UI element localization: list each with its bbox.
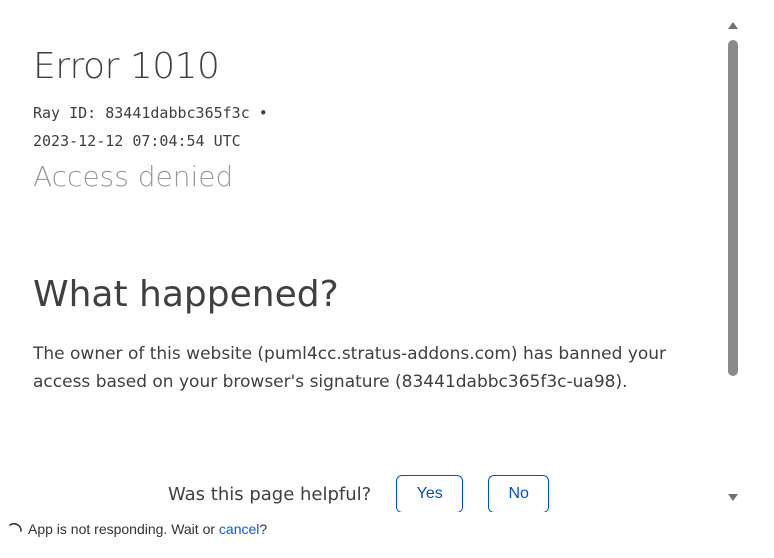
status-suffix: ? <box>259 521 268 537</box>
cancel-link[interactable]: cancel <box>219 521 259 537</box>
loading-spinner-icon <box>9 522 22 532</box>
error-timestamp: 2023-12-12 07:04:54 UTC <box>33 132 241 150</box>
feedback-no-button[interactable]: No <box>488 475 550 512</box>
feedback-row: Was this page helpful? Yes No <box>168 474 574 512</box>
status-message: App is not responding. Wait or cancel? <box>28 521 267 537</box>
scrollbar-thumb[interactable] <box>728 40 738 376</box>
ray-id: Ray ID: 83441dabbc365f3c • <box>33 104 268 122</box>
vertical-scrollbar[interactable] <box>724 14 742 512</box>
feedback-question: Was this page helpful? <box>168 483 372 505</box>
status-bar: App is not responding. Wait or cancel? <box>0 514 774 558</box>
error-code-title: Error 1010 <box>33 46 220 87</box>
scroll-down-arrow-icon[interactable] <box>728 494 738 501</box>
error-subtitle: Access denied <box>33 160 234 193</box>
scroll-up-arrow-icon[interactable] <box>728 22 738 29</box>
status-message-text: App is not responding. Wait or <box>28 521 216 537</box>
feedback-yes-button[interactable]: Yes <box>396 475 464 512</box>
what-happened-body: The owner of this website (puml4cc.strat… <box>33 344 667 392</box>
page-viewport: Error 1010 Ray ID: 83441dabbc365f3c • 20… <box>0 0 742 512</box>
what-happened-heading: What happened? <box>33 274 339 315</box>
